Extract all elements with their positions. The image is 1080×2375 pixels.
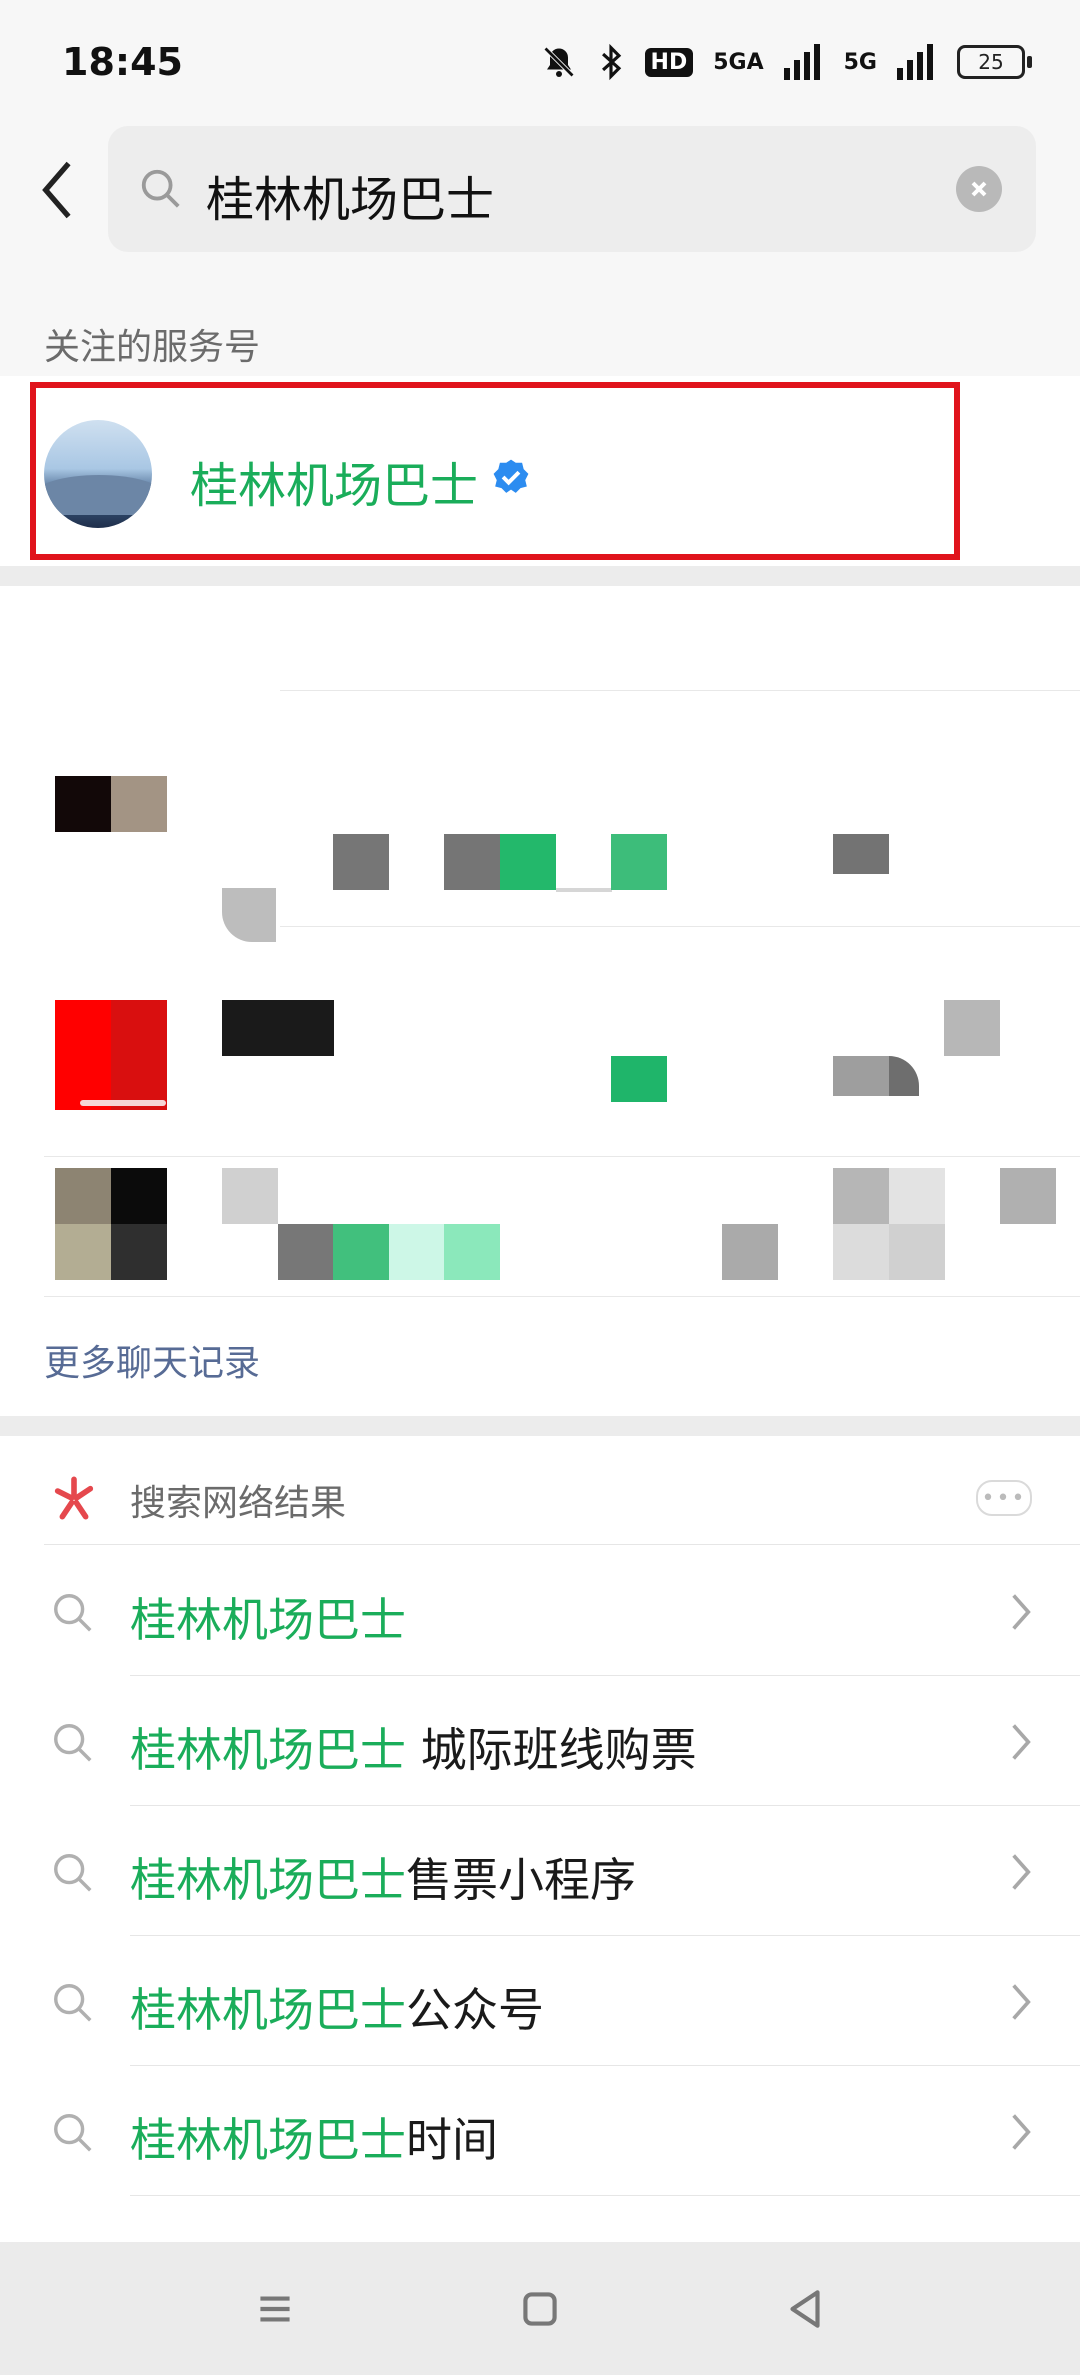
section-divider — [0, 566, 1080, 586]
result-text: 桂林机场巴士 — [130, 1593, 406, 1647]
search-icon — [54, 1854, 92, 1892]
result-text: 桂林机场巴士 城际班线购票 — [130, 1723, 697, 1777]
status-time: 18:45 — [62, 40, 183, 84]
result-text: 桂林机场巴士售票小程序 — [130, 1853, 636, 1907]
system-nav-bar — [0, 2242, 1080, 2375]
search-icon — [54, 1594, 92, 1632]
chevron-right-icon — [1012, 1594, 1031, 1630]
bluetooth-icon — [601, 43, 621, 81]
search-bar[interactable]: 桂林机场巴士 — [108, 126, 1036, 252]
clear-search-button[interactable] — [956, 166, 1002, 212]
home-button[interactable] — [515, 2284, 565, 2334]
chevron-right-icon — [1012, 1724, 1031, 1760]
divider — [44, 1296, 1080, 1297]
signal1-label: 5GA — [713, 49, 764, 75]
section-divider — [0, 1416, 1080, 1436]
menu-icon — [260, 2296, 290, 2322]
chevron-right-icon — [1012, 1984, 1031, 2020]
web-result-item[interactable]: 桂林机场巴士售票小程序 — [0, 1806, 1080, 1936]
web-result-item[interactable]: 桂林机场巴士时间 — [0, 2066, 1080, 2196]
battery-icon: 25 — [957, 45, 1032, 79]
web-result-item[interactable]: 桂林机场巴士公众号 — [0, 1936, 1080, 2066]
search-logo-icon — [54, 1476, 94, 1520]
signal2-label: 5G — [843, 49, 877, 75]
back-nav-button[interactable] — [780, 2284, 830, 2334]
signal-icon — [783, 44, 820, 80]
chevron-right-icon — [1012, 2114, 1031, 2150]
divider — [44, 1156, 1080, 1157]
divider — [44, 1544, 1080, 1545]
chevron-right-icon — [1012, 1854, 1031, 1890]
search-input[interactable]: 桂林机场巴士 — [206, 160, 494, 230]
signal-icon — [897, 44, 933, 80]
search-icon — [54, 1984, 92, 2022]
back-triangle-icon — [790, 2290, 820, 2328]
web-result-item[interactable]: 桂林机场巴士 城际班线购票 — [0, 1676, 1080, 1806]
home-square-icon — [523, 2292, 557, 2326]
more-options-button[interactable]: ••• — [976, 1480, 1032, 1516]
status-icons: HD 5GA 5G 25 — [541, 40, 1032, 84]
highlight-box — [30, 382, 960, 560]
back-button[interactable] — [40, 160, 80, 220]
web-result-item[interactable]: 桂林机场巴士 — [0, 1546, 1080, 1676]
result-text: 桂林机场巴士公众号 — [130, 1983, 544, 2037]
search-icon — [54, 2114, 92, 2152]
chevron-left-icon — [42, 161, 71, 219]
divider — [280, 926, 1080, 927]
menu-button[interactable] — [250, 2284, 300, 2334]
close-icon — [971, 181, 987, 197]
more-chats-link[interactable]: 更多聊天记录 — [44, 1334, 260, 1386]
battery-level: 25 — [978, 50, 1004, 74]
bell-off-icon — [543, 46, 574, 78]
hd-badge: HD — [644, 47, 694, 77]
divider — [280, 690, 1080, 691]
followed-section-label: 关注的服务号 — [44, 327, 261, 368]
search-icon — [54, 1724, 92, 1762]
web-results-header: 搜索网络结果 — [130, 1483, 347, 1524]
search-icon — [141, 169, 180, 208]
result-text: 桂林机场巴士时间 — [130, 2113, 498, 2167]
chat-records-section — [0, 586, 1080, 1416]
